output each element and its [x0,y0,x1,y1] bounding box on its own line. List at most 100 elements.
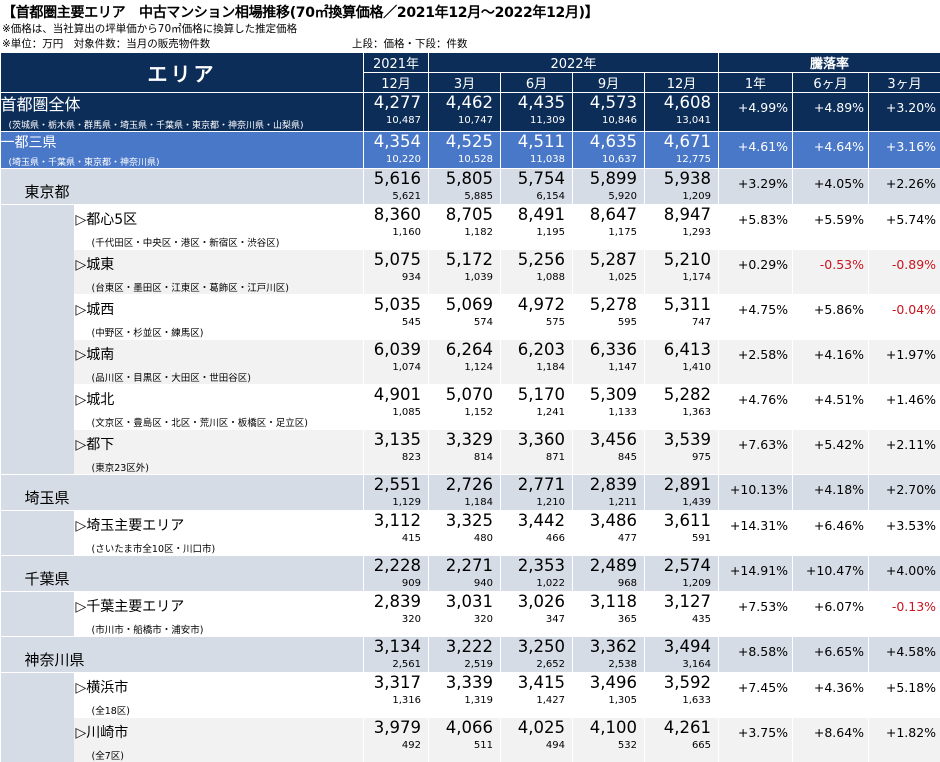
listing-count: 975 [645,449,711,463]
value-cell: 6,3361,147 [573,340,645,385]
change-rate: +5.42% [793,430,869,475]
listing-count: 320 [364,611,421,625]
table-row: 千葉県2,2289092,2719402,3531,0222,4899682,5… [1,556,940,592]
sub-area-cell: ▷都心5区(千代田区・中央区・港区・新宿区・渋谷区) [74,205,364,250]
value-cell: 8,6471,175 [573,205,645,250]
value-cell: 6,0391,074 [364,340,429,385]
value-cell: 5,2871,025 [573,250,645,295]
table-row: ▷横浜市(全18区)3,3171,3163,3391,3193,4151,427… [1,673,940,718]
listing-count: 11,309 [501,112,565,126]
value-cell: 5,8055,885 [429,169,501,205]
price-value: 5,070 [429,385,493,404]
price-value: 5,256 [501,250,565,269]
listing-count: 1,241 [501,404,565,418]
area-note: (茨城県・栃木県・群馬県・埼玉県・千葉県・東京都・神奈川県・山梨県) [1,113,364,131]
month-header: 3月 [429,73,501,93]
listing-count: 2,538 [573,656,637,670]
sub-area-name: ▷城西 [74,295,364,319]
listing-count: 1,147 [573,359,637,373]
table-row: ▷埼玉主要エリア(さいたま市全10区・川口市)3,1124153,3254803… [1,511,940,556]
value-cell: 5,9381,209 [645,169,719,205]
value-cell: 8,3601,160 [364,205,429,250]
listing-count: 1,175 [573,224,637,238]
sub-area-note: (東京23区外) [74,454,364,474]
price-value: 5,035 [364,295,421,314]
area-note: (埼玉県・千葉県・東京都・神奈川県) [1,150,364,168]
change-rate: +6.65% [793,637,869,673]
change-rate: +6.07% [793,592,869,637]
sub-area-name: ▷都下 [74,430,364,454]
value-cell: 3,127435 [645,592,719,637]
listing-count: 1,025 [573,269,637,283]
table-row: ▷川崎市(全7区)3,9794924,0665114,0254944,10053… [1,718,940,762]
listing-count: 871 [501,449,565,463]
listing-count: 823 [364,449,421,463]
listing-count: 1,182 [429,224,493,238]
listing-count: 2,652 [501,656,565,670]
price-value: 2,771 [501,475,565,494]
price-value: 3,456 [573,430,637,449]
table-row: 埼玉県2,5511,1292,7261,1842,7711,2102,8391,… [1,475,940,511]
indent-spacer [1,205,74,475]
value-cell: 4,51111,038 [501,132,573,169]
area-name: 一都三県 [1,132,364,150]
value-cell: 4,261665 [645,718,719,762]
value-cell: 3,112415 [364,511,429,556]
market-table: エリア 2021年 2022年 騰落率 12月 3月 6月 9月 12月 1年 … [0,52,940,762]
price-value: 3,360 [501,430,565,449]
sub-area-name: ▷横浜市 [74,673,364,697]
listing-count: 10,637 [573,151,637,165]
listing-count: 1,124 [429,359,493,373]
change-rate: +4.99% [719,93,793,132]
value-cell: 4,100532 [573,718,645,762]
sub-area-name: ▷都心5区 [74,205,364,229]
price-value: 3,317 [364,673,421,692]
prefecture-name-cell: 千葉県 [1,556,364,592]
change-rate: -0.13% [869,592,940,637]
value-cell: 3,2502,652 [501,637,573,673]
value-cell: 2,3531,022 [501,556,573,592]
value-cell: 5,2101,174 [645,250,719,295]
change-rate: +5.86% [793,295,869,340]
change-rate: +4.00% [869,556,940,592]
price-value: 5,754 [501,169,565,188]
change-rate: +4.51% [793,385,869,430]
price-value: 5,899 [573,169,637,188]
value-cell: 4,60813,041 [645,93,719,132]
rate-period-header: 1年 [719,73,793,93]
price-value: 5,069 [429,295,493,314]
listing-count: 1,152 [429,404,493,418]
value-cell: 3,979492 [364,718,429,762]
price-value: 5,282 [645,385,711,404]
value-cell: 2,7711,210 [501,475,573,511]
sub-area-note: (全7区) [74,742,364,762]
price-value: 4,025 [501,718,565,737]
value-cell: 3,135823 [364,430,429,475]
price-value: 4,435 [501,93,565,112]
change-rate: +7.53% [719,592,793,637]
value-cell: 6,2031,184 [501,340,573,385]
value-cell: 2,228909 [364,556,429,592]
price-value: 8,705 [429,205,493,224]
listing-count: 845 [573,449,637,463]
value-cell: 5,3091,133 [573,385,645,430]
price-value: 3,486 [573,511,637,530]
price-value: 5,172 [429,250,493,269]
value-cell: 3,3622,538 [573,637,645,673]
price-value: 6,264 [429,340,493,359]
change-rate: +0.29% [719,250,793,295]
indent-spacer [1,673,74,762]
value-cell: 3,1342,561 [364,637,429,673]
value-cell: 3,3391,319 [429,673,501,718]
change-rate: +2.70% [869,475,940,511]
price-value: 5,287 [573,250,637,269]
value-cell: 6,2641,124 [429,340,501,385]
price-value: 6,203 [501,340,565,359]
price-value: 3,026 [501,592,565,611]
listing-count: 3,164 [645,656,711,670]
value-cell: 5,075934 [364,250,429,295]
listing-count: 1,174 [645,269,711,283]
sub-area-name: ▷千葉主要エリア [74,592,364,616]
listing-count: 12,775 [645,151,711,165]
sub-area-cell: ▷千葉主要エリア(市川市・船橋市・浦安市) [74,592,364,637]
